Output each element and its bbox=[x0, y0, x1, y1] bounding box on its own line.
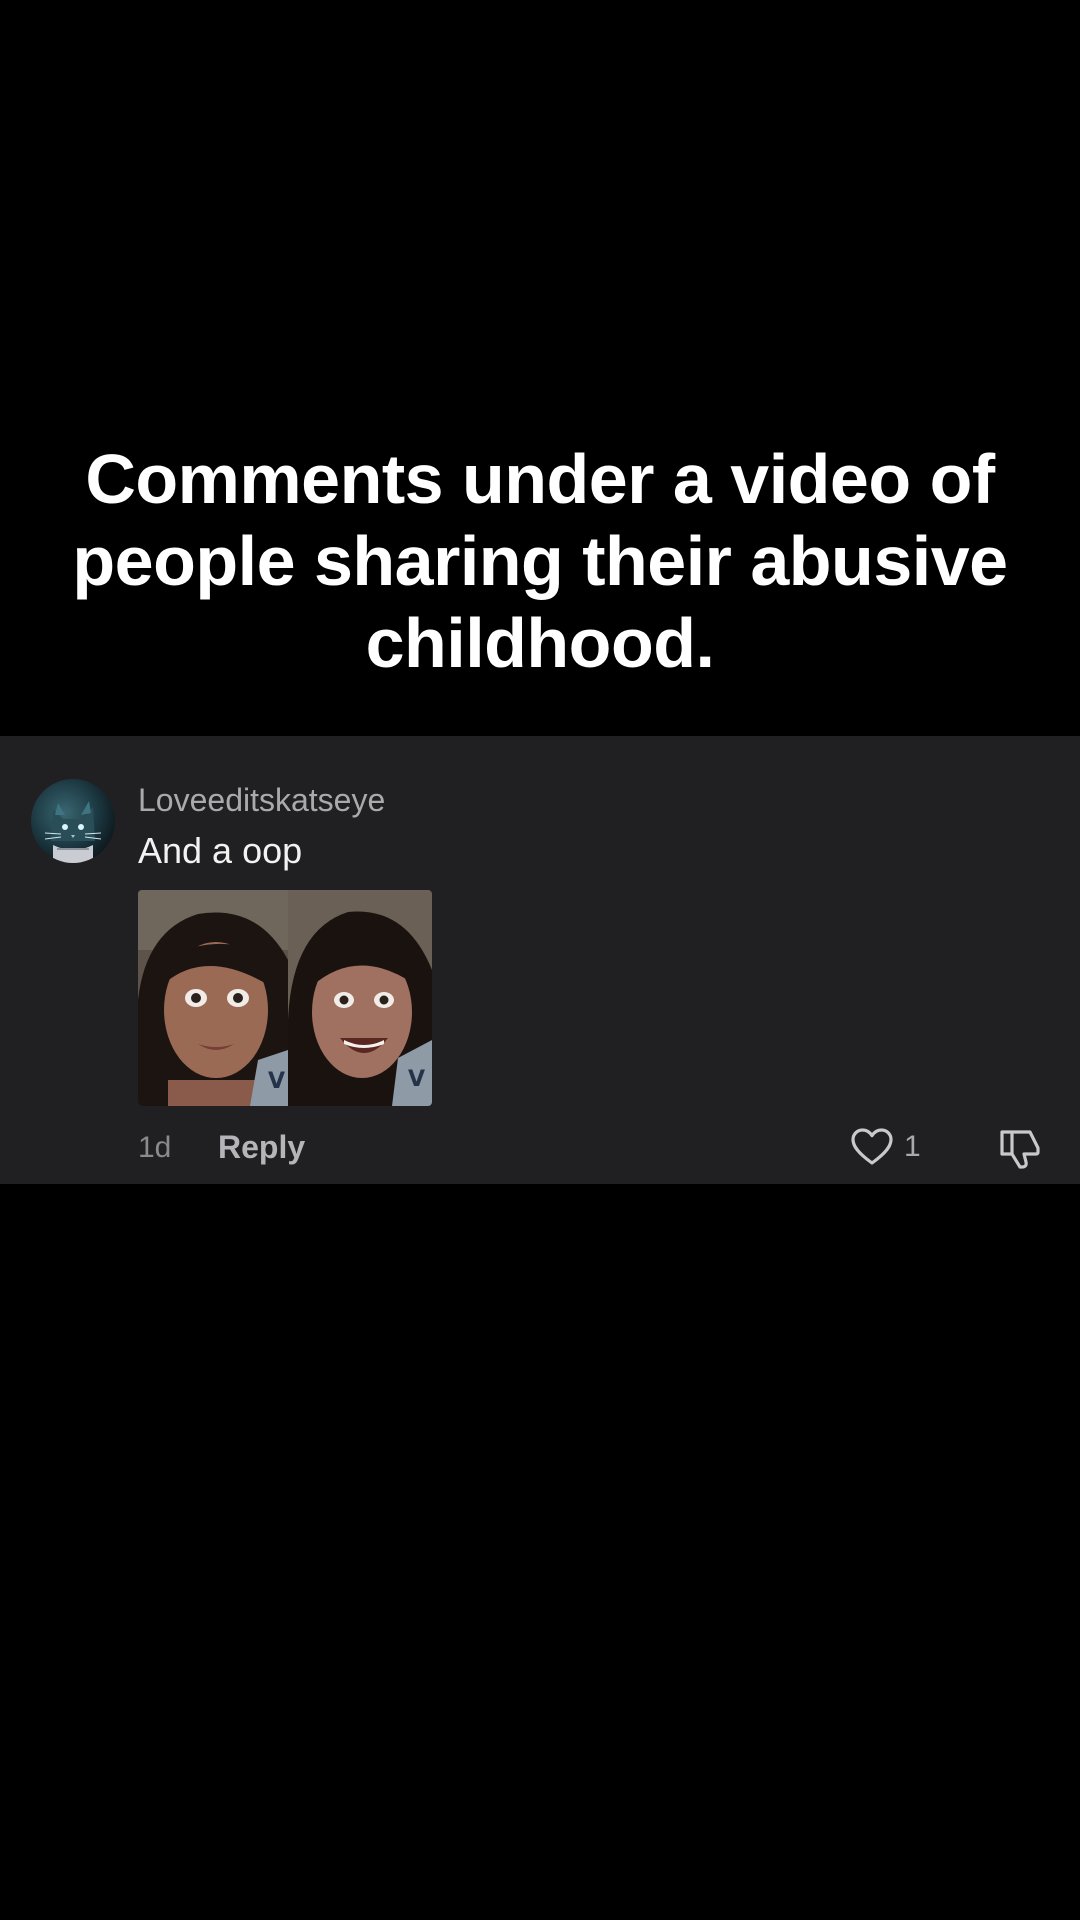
like-button[interactable]: 1 bbox=[850, 1124, 921, 1170]
thumbs-down-icon bbox=[1000, 1130, 1040, 1169]
caption-line-1: Comments under a video of bbox=[85, 440, 995, 518]
attachment-frame-right: V bbox=[288, 890, 432, 1106]
comment-text: And a oop bbox=[138, 830, 303, 871]
comment-username[interactable]: Loveeditskatseye bbox=[138, 780, 385, 820]
cat-avatar-icon bbox=[44, 801, 102, 863]
caption-line-3: childhood. bbox=[365, 604, 715, 682]
video-caption: Comments under a video of people sharing… bbox=[60, 438, 1020, 684]
svg-text:V: V bbox=[408, 1067, 425, 1092]
comment-image-attachment[interactable]: V V bbox=[138, 890, 432, 1106]
dislike-button[interactable] bbox=[998, 1126, 1042, 1170]
caption-line-2: people sharing their abusive bbox=[72, 522, 1008, 600]
attachment-frame-left: V bbox=[138, 890, 288, 1106]
reply-button[interactable]: Reply bbox=[218, 1126, 305, 1168]
comment-card: Loveeditskatseye And a oop V V 1d Reply … bbox=[0, 736, 1080, 1184]
like-count: 1 bbox=[904, 1130, 921, 1163]
svg-text:V: V bbox=[268, 1069, 285, 1094]
heart-icon bbox=[851, 1128, 893, 1165]
user-avatar[interactable] bbox=[31, 779, 115, 863]
comment-timestamp: 1d bbox=[138, 1131, 172, 1164]
